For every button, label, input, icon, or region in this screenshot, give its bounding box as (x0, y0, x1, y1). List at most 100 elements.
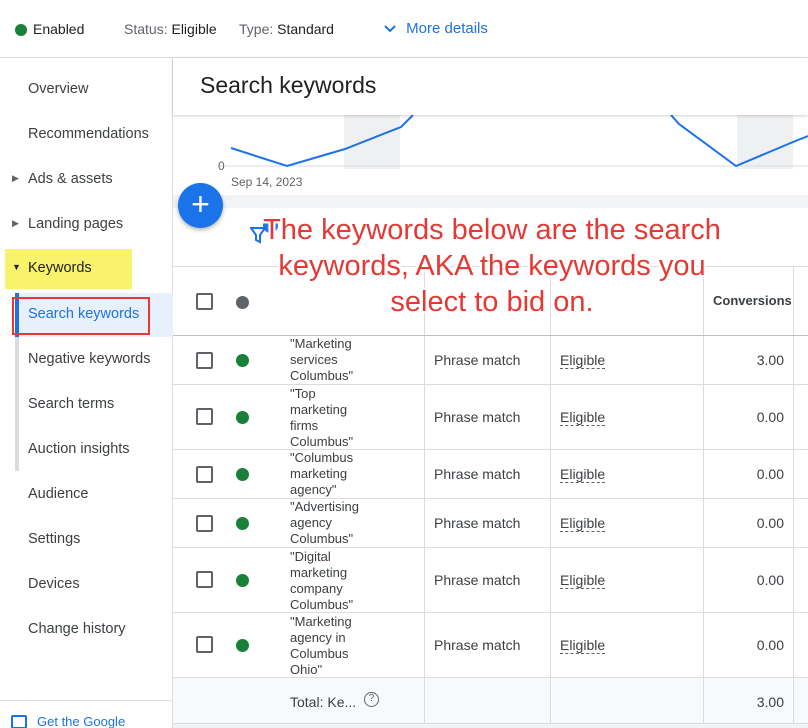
status-label: Status: (124, 21, 168, 37)
annotation-callout-text: The keywords below are the search keywor… (263, 214, 721, 318)
sidebar-item-devices[interactable]: Devices (0, 565, 173, 605)
status-dot-icon (236, 574, 249, 587)
collapse-arrow-icon: ▼ (12, 262, 21, 272)
type-value: Standard (277, 21, 334, 37)
column-divider (424, 450, 425, 498)
table-row: "Marketing services Columbus" Phrase mat… (173, 336, 808, 385)
column-divider (424, 336, 425, 384)
table-row: "Top marketing firms Columbus" Phrase ma… (173, 385, 808, 450)
keyword-text[interactable]: "Advertising agency Columbus" (290, 499, 365, 547)
total-label: Total: Ke... (290, 694, 357, 710)
keyword-text[interactable]: "Columbus marketing agency" (290, 450, 365, 498)
performance-chart: 0 Sep 14, 2023 (173, 115, 808, 195)
keyword-status[interactable]: Eligible (560, 515, 606, 532)
row-checkbox[interactable] (196, 515, 213, 532)
app-icon (11, 715, 27, 728)
status-dot-icon (236, 354, 249, 367)
type-label: Type: (239, 21, 274, 37)
column-divider (703, 678, 704, 723)
keyword-status[interactable]: Eligible (560, 637, 606, 654)
column-divider (793, 613, 794, 677)
keyword-status[interactable]: Eligible (560, 409, 606, 426)
sidebar-item-settings[interactable]: Settings (0, 520, 173, 560)
sidebar-item-ads-assets[interactable]: ▶ Ads & assets (0, 160, 173, 200)
sidebar-item-label: Devices (28, 576, 80, 592)
more-details-label: More details (406, 20, 488, 37)
row-checkbox[interactable] (196, 466, 213, 483)
sidebar-item-change-history[interactable]: Change history (0, 610, 173, 650)
conversions-value: 0.00 (756, 637, 784, 653)
column-divider (550, 613, 551, 677)
keyword-text[interactable]: "Marketing agency in Columbus Ohio" (290, 614, 365, 678)
keyword-status[interactable]: Eligible (560, 466, 606, 483)
column-divider (424, 613, 425, 677)
sidebar-item-landing-pages[interactable]: ▶ Landing pages (0, 205, 173, 245)
add-keyword-button[interactable]: + (178, 183, 223, 228)
table-total-row: Total: Ke... ? 3.00 (173, 678, 808, 724)
get-google-label: Get the Google (37, 714, 126, 728)
conversions-value: 0.00 (756, 409, 784, 425)
row-checkbox[interactable] (196, 571, 213, 588)
get-google-link[interactable]: Get the Google (0, 700, 173, 728)
sidebar-item-label: Negative keywords (28, 351, 151, 367)
column-divider (703, 548, 704, 612)
column-divider (793, 499, 794, 547)
help-icon[interactable]: ? (364, 692, 379, 707)
keyword-status[interactable]: Eligible (560, 352, 606, 369)
chart-x-tick-label: Sep 14, 2023 (231, 175, 303, 189)
column-divider (793, 450, 794, 498)
row-checkbox[interactable] (196, 408, 213, 425)
status-value: Eligible (171, 21, 217, 37)
row-checkbox[interactable] (196, 636, 213, 653)
column-divider (793, 548, 794, 612)
sidebar-item-overview[interactable]: Overview (0, 70, 173, 110)
conversions-value: 3.00 (756, 352, 784, 368)
column-divider (703, 450, 704, 498)
row-checkbox[interactable] (196, 352, 213, 369)
keyword-text[interactable]: "Marketing services Columbus" (290, 336, 365, 384)
keyword-text[interactable]: "Digital marketing company Columbus" (290, 549, 365, 613)
sidebar-item-label: Ads & assets (28, 171, 113, 187)
column-divider (793, 385, 794, 449)
sidebar-item-recommendations[interactable]: Recommendations (0, 115, 173, 155)
column-divider (703, 336, 704, 384)
sidebar-item-search-terms[interactable]: Search terms (0, 385, 173, 425)
sidebar-item-label: Overview (28, 81, 89, 97)
sidebar-item-label: Landing pages (28, 216, 124, 232)
match-type: Phrase match (434, 515, 521, 531)
column-divider (793, 267, 794, 335)
status-dot-icon (236, 517, 249, 530)
type-meta: Type: Standard (239, 21, 334, 37)
sidebar-item-label: Keywords (28, 260, 92, 276)
keyword-status[interactable]: Eligible (560, 572, 606, 589)
chevron-down-icon (384, 21, 402, 36)
match-type: Phrase match (434, 637, 521, 653)
conversions-value: 0.00 (756, 572, 784, 588)
column-divider (550, 678, 551, 723)
sidebar-item-auction-insights[interactable]: Auction insights (0, 430, 173, 470)
more-details-button[interactable]: More details (384, 20, 488, 37)
status-column-icon (236, 296, 249, 309)
sidebar-item-keywords[interactable]: ▼ Keywords (0, 249, 173, 289)
expand-arrow-icon: ▶ (12, 218, 19, 228)
keyword-text[interactable]: "Top marketing firms Columbus" (290, 386, 365, 450)
total-conversions-value: 3.00 (756, 694, 784, 710)
column-divider (703, 385, 704, 449)
conversions-value: 0.00 (756, 466, 784, 482)
annotation-red-box (12, 297, 150, 335)
column-divider (424, 499, 425, 547)
table-row: "Digital marketing company Columbus" Phr… (173, 548, 808, 613)
status-dot-icon (236, 468, 249, 481)
column-header-conversions[interactable]: Conversions (713, 293, 792, 308)
conversions-value: 0.00 (756, 515, 784, 531)
column-divider (793, 678, 794, 723)
match-type: Phrase match (434, 466, 521, 482)
select-all-checkbox[interactable] (196, 293, 213, 310)
table-row: "Advertising agency Columbus" Phrase mat… (173, 499, 808, 548)
column-divider (550, 548, 551, 612)
table-row: "Marketing agency in Columbus Ohio" Phra… (173, 613, 808, 678)
sidebar-item-audience[interactable]: Audience (0, 475, 173, 515)
sidebar-item-label: Settings (28, 531, 81, 547)
chart-svg: 0 Sep 14, 2023 (218, 115, 808, 189)
sidebar-item-negative-keywords[interactable]: Negative keywords (0, 340, 173, 380)
